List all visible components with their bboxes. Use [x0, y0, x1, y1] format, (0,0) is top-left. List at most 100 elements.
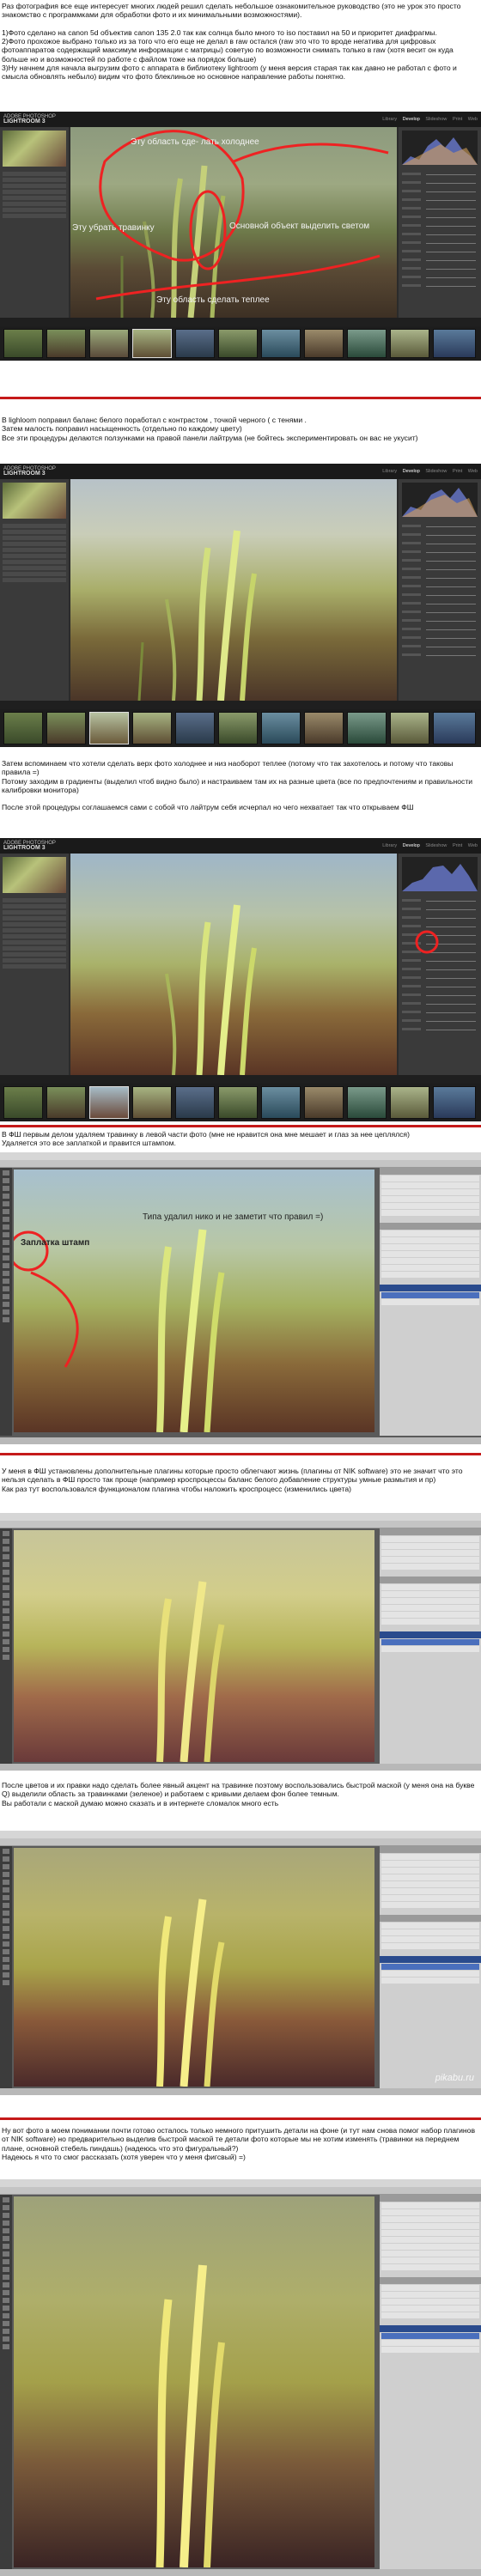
separator	[0, 397, 481, 399]
module-picker: Library Develop Slideshow Print Web	[378, 469, 478, 474]
thumbnail[interactable]	[304, 1086, 344, 1119]
thumbnail[interactable]	[89, 1086, 129, 1119]
module-web[interactable]: Web	[468, 469, 478, 474]
thumbnail[interactable]	[433, 712, 476, 744]
photo	[70, 479, 397, 701]
menu-bar[interactable]	[0, 2179, 481, 2187]
main-photo-area	[70, 479, 397, 701]
module-print[interactable]: Print	[453, 469, 462, 474]
thumbnail[interactable]	[433, 1086, 476, 1119]
thumbnail[interactable]	[304, 329, 344, 358]
lightroom-topbar: ADOBE PHOTOSHOP LIGHTROOM 3 Library Devel…	[0, 838, 481, 854]
thumbnail[interactable]	[261, 329, 301, 358]
annotation-remove: Эту убрать травинку	[72, 223, 155, 233]
presets-list	[3, 172, 66, 220]
tools-panel[interactable]	[0, 1846, 12, 2088]
lightroom-logo: ADOBE PHOTOSHOP LIGHTROOM 3	[3, 114, 56, 125]
thumbnail[interactable]	[433, 329, 476, 358]
thumbnail[interactable]	[261, 1086, 301, 1119]
thumbnail[interactable]	[3, 1086, 43, 1119]
presets-list	[3, 898, 66, 970]
annotation-warm: Эту область сделать теплее	[156, 295, 270, 305]
navigator-preview	[3, 857, 66, 893]
thumbnail[interactable]	[347, 1086, 387, 1119]
module-slideshow[interactable]: Slideshow	[425, 117, 447, 122]
thumbnail[interactable]	[175, 329, 215, 358]
thumbnail[interactable]	[3, 329, 43, 358]
layers-panel[interactable]	[380, 1846, 481, 2088]
tools-panel[interactable]	[0, 1168, 12, 1436]
menu-bar[interactable]	[0, 1831, 481, 1838]
thumbnail[interactable]	[89, 712, 129, 744]
options-bar[interactable]	[0, 1838, 481, 1846]
menu-bar[interactable]	[0, 1513, 481, 1521]
develop-sliders[interactable]	[402, 172, 478, 292]
thumbnail[interactable]	[3, 712, 43, 744]
module-develop[interactable]: Develop	[403, 117, 420, 122]
navigator-preview	[3, 483, 66, 519]
thumbnail[interactable]	[46, 1086, 86, 1119]
layers-panel[interactable]	[380, 2195, 481, 2569]
histogram	[402, 131, 478, 165]
annotation-main: Основной объект выделить светом	[229, 222, 370, 231]
annotation-removed: Типа удалил нико и не заметит что правил…	[143, 1212, 324, 1222]
module-develop[interactable]: Develop	[403, 843, 420, 848]
photo: Эту область сде- лать холоднее Эту убрат…	[70, 127, 397, 318]
module-web[interactable]: Web	[468, 117, 478, 122]
layers-panel[interactable]	[380, 1528, 481, 1764]
thumbnail[interactable]	[132, 1086, 172, 1119]
thumbnail[interactable]	[390, 329, 429, 358]
module-library[interactable]: Library	[382, 843, 397, 848]
menu-bar[interactable]	[0, 1152, 481, 1160]
options-bar[interactable]	[0, 1160, 481, 1168]
presets-list	[3, 524, 66, 584]
lightroom-screenshot-1: ADOBE PHOTOSHOP LIGHTROOM 3 Library Devel…	[0, 112, 481, 361]
options-bar[interactable]	[0, 1521, 481, 1528]
thumbnail[interactable]	[261, 712, 301, 744]
thumbnail[interactable]	[390, 1086, 429, 1119]
text-block-2: В lighloom поправил баланс белого порабо…	[2, 416, 418, 442]
thumbnail[interactable]	[46, 712, 86, 744]
right-panel	[399, 854, 481, 1075]
annotation-cold: Эту область сде- лать холоднее	[131, 137, 259, 147]
thumbnail[interactable]	[175, 1086, 215, 1119]
thumbnail[interactable]	[218, 329, 258, 358]
thumbnail[interactable]	[304, 712, 344, 744]
main-photo-area	[70, 854, 397, 1075]
thumbnail[interactable]	[46, 329, 86, 358]
status-bar	[0, 2088, 481, 2095]
module-print[interactable]: Print	[453, 843, 462, 848]
status-bar	[0, 2569, 481, 2576]
thumbnail[interactable]	[89, 329, 129, 358]
module-slideshow[interactable]: Slideshow	[425, 469, 447, 474]
module-develop[interactable]: Develop	[403, 469, 420, 474]
thumbnail[interactable]	[218, 1086, 258, 1119]
intro-text: Раз фотография все еще интересует многих…	[2, 2, 461, 82]
lightroom-screenshot-3: ADOBE PHOTOSHOP LIGHTROOM 3 Library Devel…	[0, 838, 481, 1121]
develop-sliders[interactable]	[402, 898, 478, 1036]
module-library[interactable]: Library	[382, 469, 397, 474]
module-print[interactable]: Print	[453, 117, 462, 122]
thumbnail[interactable]	[390, 712, 429, 744]
main-photo-area: Эту область сде- лать холоднее Эту убрат…	[70, 127, 397, 318]
thumbnail[interactable]	[132, 712, 172, 744]
tools-panel[interactable]	[0, 1528, 12, 1764]
module-web[interactable]: Web	[468, 843, 478, 848]
text-block-6: После цветов и их правки надо сделать бо…	[2, 1781, 475, 1807]
thumbnail[interactable]	[218, 712, 258, 744]
module-slideshow[interactable]: Slideshow	[425, 843, 447, 848]
module-picker: Library Develop Slideshow Print Web	[378, 117, 478, 122]
tools-panel[interactable]	[0, 2195, 12, 2569]
text-block-4: В ФШ первым делом удаляем травинку в лев…	[2, 1130, 410, 1148]
options-bar[interactable]	[0, 2187, 481, 2195]
layers-panel[interactable]	[380, 1168, 481, 1436]
thumbnail[interactable]	[175, 712, 215, 744]
lightroom-logo: ADOBE PHOTOSHOP LIGHTROOM 3	[3, 841, 56, 851]
thumbnail[interactable]	[347, 712, 387, 744]
develop-sliders[interactable]	[402, 524, 478, 661]
thumbnail[interactable]	[132, 329, 172, 358]
lightroom-topbar: ADOBE PHOTOSHOP LIGHTROOM 3 Library Devel…	[0, 464, 481, 479]
thumbnail[interactable]	[347, 329, 387, 358]
left-panel	[0, 479, 69, 701]
module-library[interactable]: Library	[382, 117, 397, 122]
